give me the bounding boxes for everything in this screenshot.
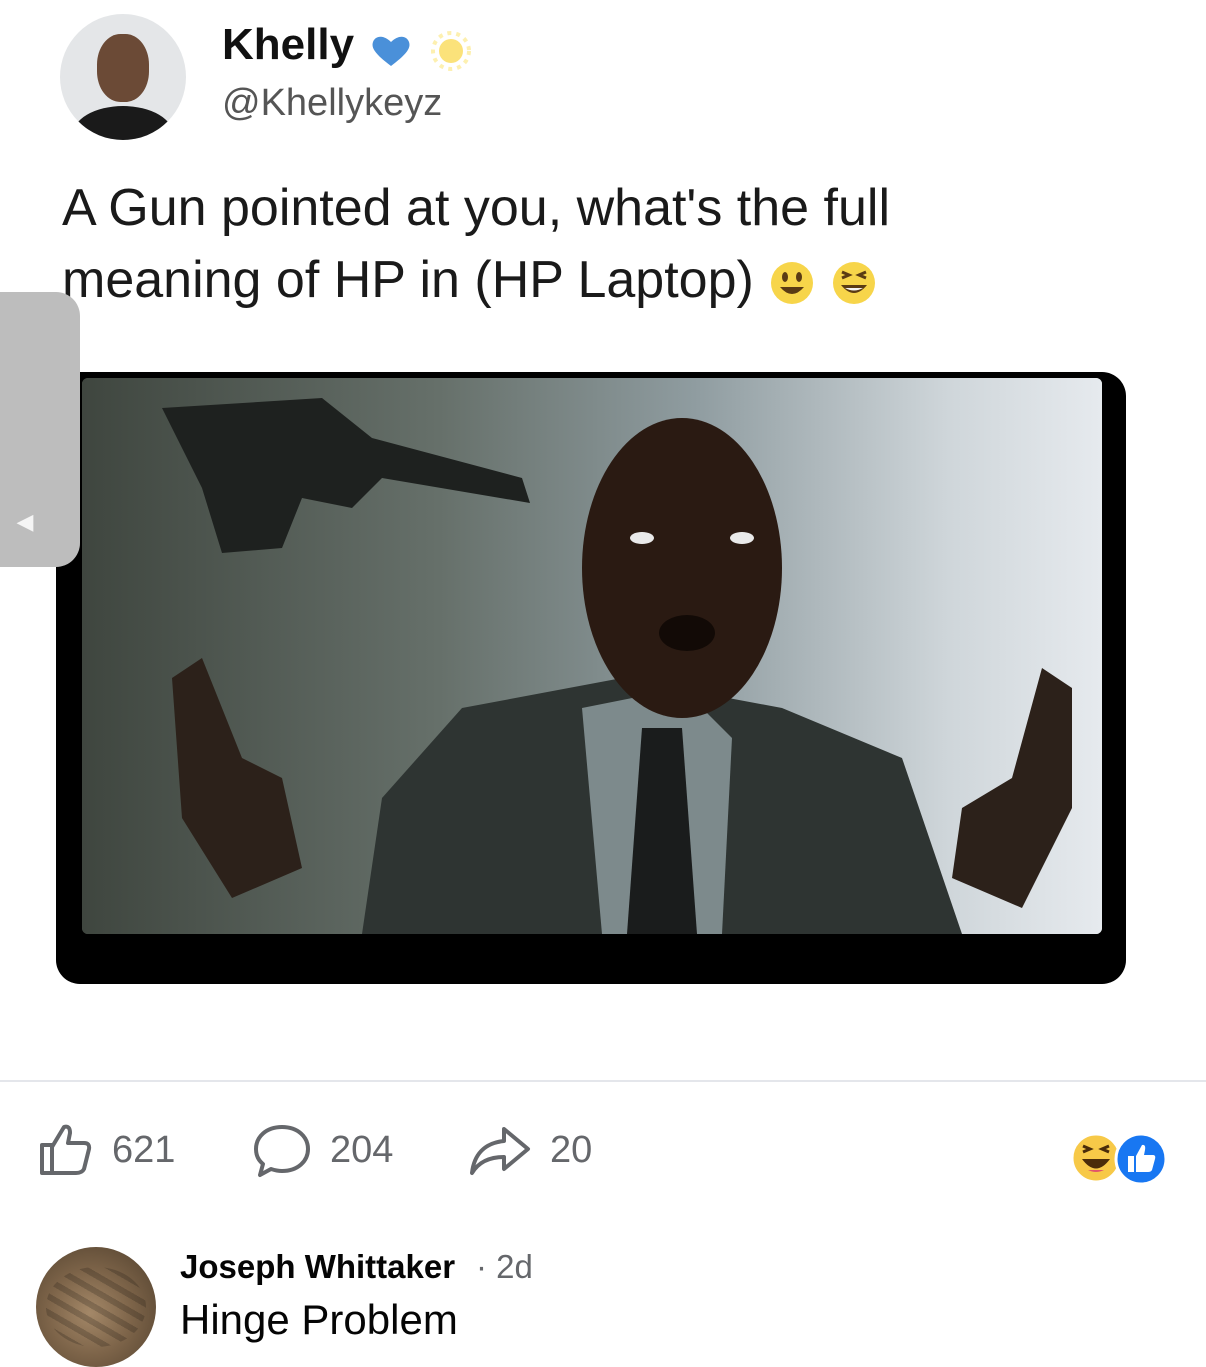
share-count: 20 xyxy=(550,1128,593,1171)
like-count: 621 xyxy=(112,1128,176,1171)
comment-timestamp[interactable]: · 2d xyxy=(476,1248,533,1286)
comment-count: 204 xyxy=(330,1128,394,1171)
tweet-text: A Gun pointed at you, what's the full me… xyxy=(62,172,1062,316)
post-divider xyxy=(0,1080,1206,1082)
speaker-icon[interactable]: ◀ xyxy=(10,507,40,537)
grinning-face-icon xyxy=(770,262,813,305)
like-reaction-icon xyxy=(1114,1132,1168,1186)
tweet-screenshot[interactable]: Khelly @Khellykeyz A Gun pointed at you,… xyxy=(0,0,1206,1080)
tweet-body: A Gun pointed at you, what's the full me… xyxy=(62,179,891,309)
video-volume-overlay[interactable]: ◀ xyxy=(0,292,80,567)
comment-author[interactable]: Joseph Whittaker xyxy=(180,1248,455,1286)
comment-button[interactable]: 204 xyxy=(252,1115,393,1185)
reaction-summary[interactable] xyxy=(1070,1132,1170,1188)
comment-bubble-icon xyxy=(254,1125,310,1177)
meme-image xyxy=(82,378,1102,934)
like-button[interactable]: 621 xyxy=(36,1115,175,1185)
commenter-avatar[interactable] xyxy=(36,1247,156,1367)
tweet-author-handle: @Khellykeyz xyxy=(222,82,443,124)
share-button[interactable]: 20 xyxy=(468,1115,592,1185)
blue-heart-icon xyxy=(372,36,410,66)
comment-text: Hinge Problem xyxy=(180,1296,458,1343)
sun-icon xyxy=(431,31,471,71)
laughing-face-icon xyxy=(832,262,875,305)
tweet-author-avatar xyxy=(60,14,186,140)
share-arrow-icon xyxy=(470,1127,530,1175)
tweet-author-name: Khelly xyxy=(222,20,355,69)
thumbs-up-icon xyxy=(40,1124,92,1175)
